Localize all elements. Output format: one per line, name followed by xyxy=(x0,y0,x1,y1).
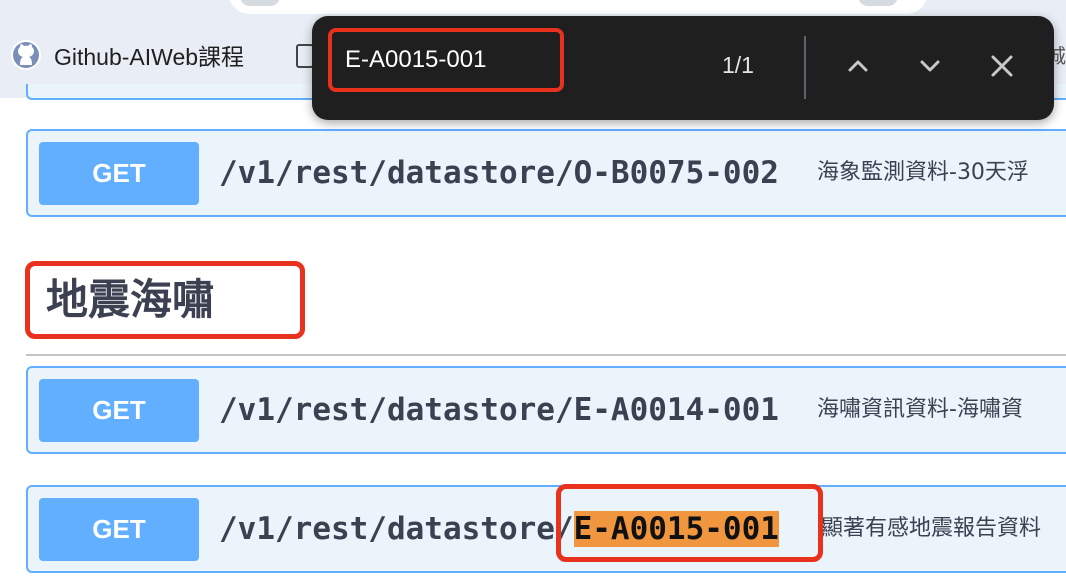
github-icon xyxy=(11,40,41,70)
operation-path[interactable]: /v1/rest/datastore/E-A0015-001 xyxy=(219,504,779,554)
method-badge: GET xyxy=(39,142,199,205)
address-bar[interactable] xyxy=(228,0,928,14)
bookmark-label: Github-AIWeb課程 xyxy=(54,44,245,70)
find-next-button[interactable] xyxy=(910,46,950,86)
find-input[interactable]: E-A0015-001 xyxy=(328,28,564,92)
section-divider xyxy=(26,354,1066,356)
operation-path[interactable]: /v1/rest/datastore/O-B0075-002 xyxy=(219,148,779,198)
operation-description: 海象監測資料-30天浮 xyxy=(817,160,1029,185)
operation-row[interactable]: GET /v1/rest/datastore/E-A0014-001 海嘯資訊資… xyxy=(26,366,1066,454)
find-in-page-bar: E-A0015-001 1/1 xyxy=(312,16,1054,120)
omnibox-icon xyxy=(858,0,898,6)
method-badge: GET xyxy=(39,379,199,442)
find-previous-button[interactable] xyxy=(838,46,878,86)
path-prefix: /v1/rest/datastore/ xyxy=(219,511,574,547)
close-icon xyxy=(991,55,1013,77)
method-badge: GET xyxy=(39,498,199,561)
operation-description: 海嘯資訊資料-海嘯資 xyxy=(817,397,1023,422)
find-divider xyxy=(804,36,806,99)
operation-row[interactable]: GET /v1/rest/datastore/O-B0075-002 海象監測資… xyxy=(26,129,1066,217)
operation-description: 顯著有感地震報告資料 xyxy=(821,516,1042,541)
find-close-button[interactable] xyxy=(982,46,1022,86)
chevron-down-icon xyxy=(920,60,940,72)
omnibox-icon xyxy=(240,0,280,6)
operation-row[interactable]: GET /v1/rest/datastore/E-A0015-001 顯著有感地… xyxy=(26,485,1066,573)
chevron-up-icon xyxy=(848,60,868,72)
find-match-highlight: E-A0015-001 xyxy=(573,511,779,547)
find-match-count: 1/1 xyxy=(722,52,754,78)
bookmark-github-aiweb[interactable]: Github-AIWeb課程 xyxy=(10,38,244,72)
operation-path[interactable]: /v1/rest/datastore/E-A0014-001 xyxy=(219,385,779,435)
section-title[interactable]: 地震海嘯 xyxy=(46,272,214,328)
